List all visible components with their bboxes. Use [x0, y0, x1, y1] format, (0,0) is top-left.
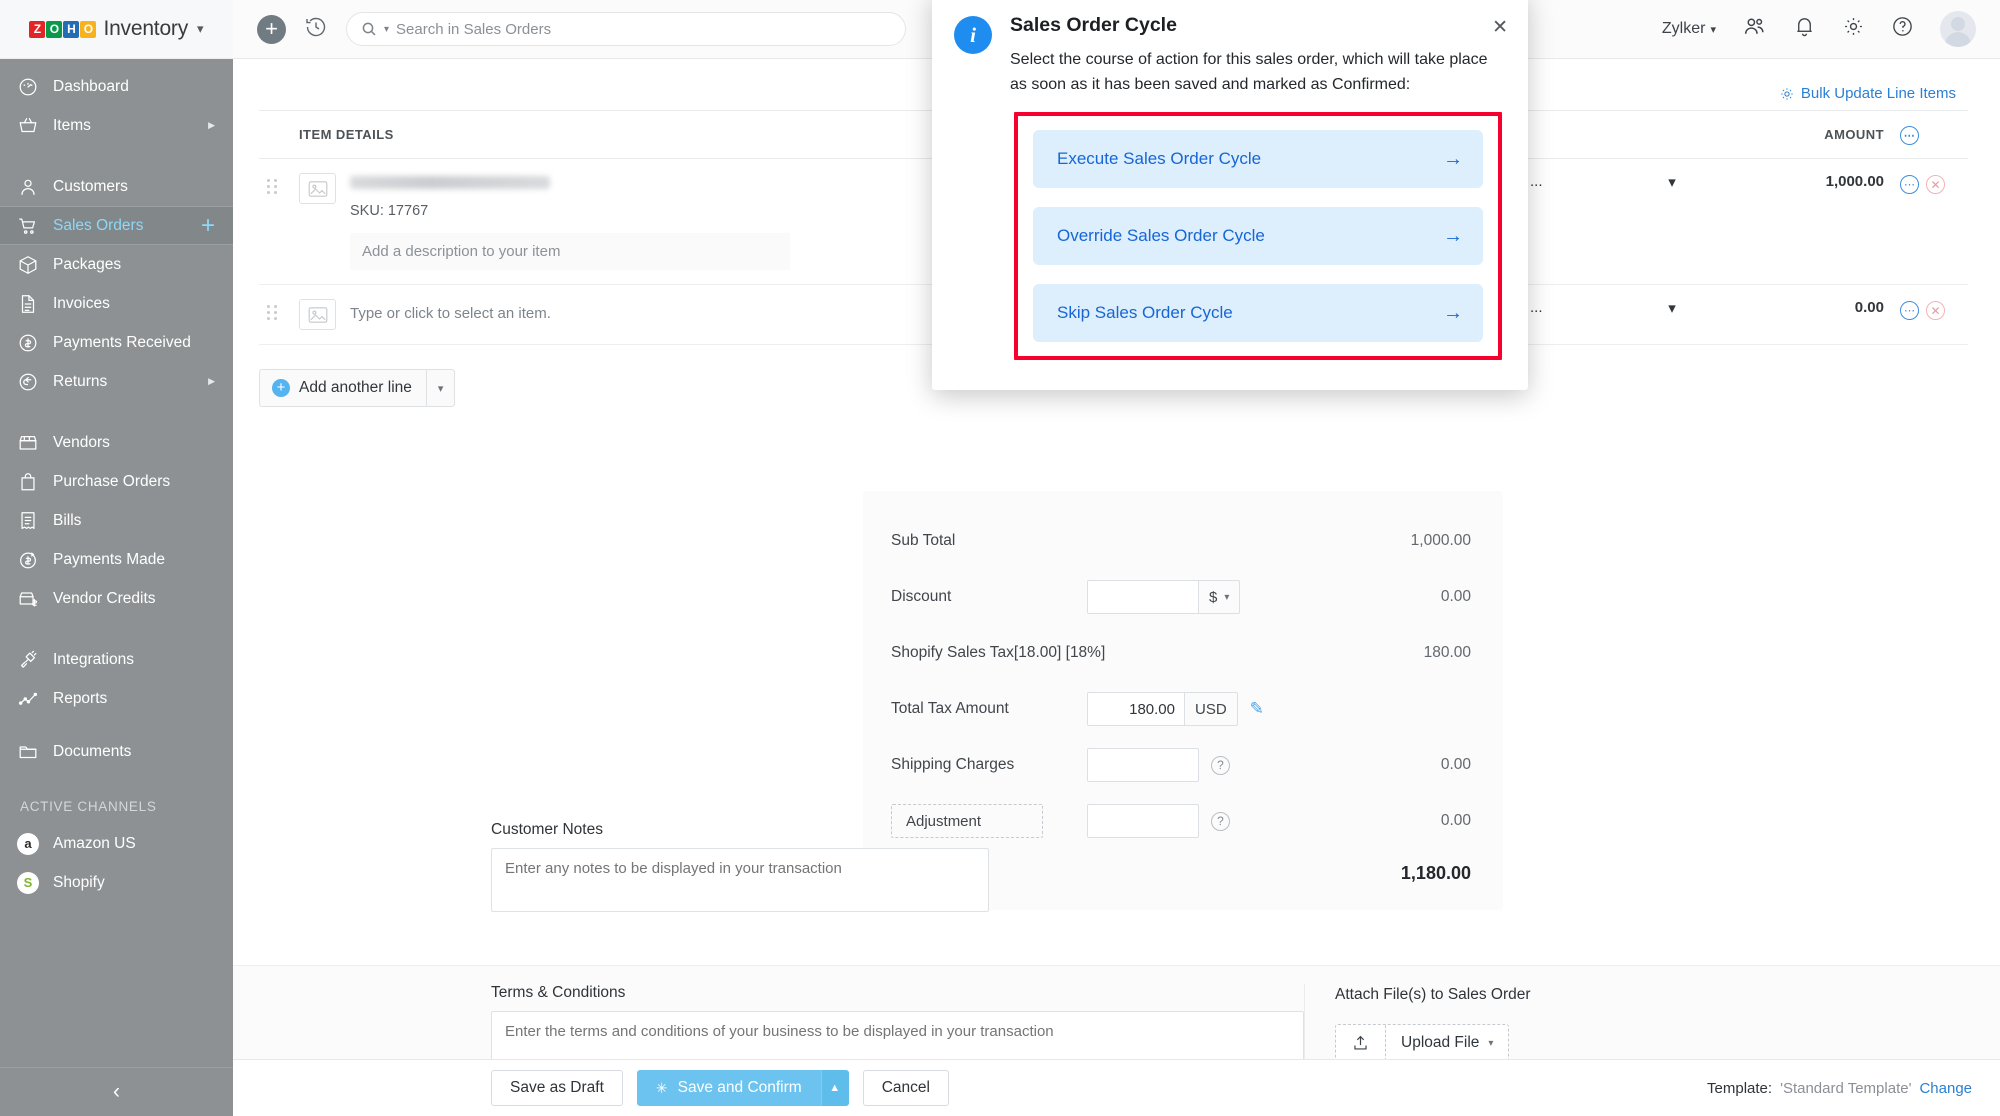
zoho-logo-icon: Z O H O	[29, 20, 97, 38]
nav-separator	[0, 401, 233, 423]
chevron-right-icon: ▶	[208, 376, 215, 386]
sidebar-item-label: Customers	[53, 177, 128, 195]
nav-separator	[0, 145, 233, 167]
document-icon	[17, 293, 39, 315]
main-area: + ▾ Search in Sales Orders Zylker ▾ Bulk…	[233, 0, 2000, 1116]
active-channels-header: ACTIVE CHANNELS	[20, 799, 157, 814]
logo-letter-z: Z	[29, 20, 46, 38]
sidebar-item-label: Purchase Orders	[53, 472, 171, 490]
cycle-option-override-button[interactable]: Override Sales Order Cycle →	[1033, 206, 1483, 265]
chevron-right-icon: ▶	[208, 120, 215, 130]
cart-icon	[17, 215, 39, 237]
channel-item-amazon-us[interactable]: a Amazon US	[0, 824, 233, 863]
sidebar-item-label: Vendors	[53, 433, 110, 451]
payment-received-icon	[17, 332, 39, 354]
shopify-icon: S	[17, 871, 39, 894]
nav-separator	[0, 618, 233, 640]
channel-label: Shopify	[53, 873, 105, 891]
sidebar-nav: Dashboard Items ▶ Customers Sales Orders + Pac…	[0, 59, 233, 1067]
modal-header: i Sales Order Cycle Select the course of…	[954, 14, 1508, 98]
arrow-right-icon: →	[1443, 224, 1463, 247]
info-icon: i	[954, 16, 992, 54]
sidebar-item-customers[interactable]: Customers	[0, 167, 233, 206]
sidebar-item-label: Vendor Credits	[53, 589, 156, 607]
sidebar-item-invoices[interactable]: Invoices	[0, 284, 233, 323]
sidebar-item-label: Integrations	[53, 650, 134, 668]
sidebar-item-label: Invoices	[53, 294, 110, 312]
logo-letter-o2: O	[80, 20, 97, 38]
sidebar-item-integrations[interactable]: Integrations	[0, 640, 233, 679]
add-sales-order-icon[interactable]: +	[201, 213, 215, 238]
sales-order-cycle-dialog: i Sales Order Cycle Select the course of…	[932, 0, 1528, 390]
sidebar-item-dashboard[interactable]: Dashboard	[0, 67, 233, 106]
modal-description: Select the course of action for this sal…	[1010, 51, 1488, 94]
cycle-options-highlight-frame: Execute Sales Order Cycle → Override Sales…	[1014, 111, 1502, 360]
sidebar-item-label: Payments Received	[53, 333, 191, 351]
store-credit-icon	[17, 588, 39, 610]
sidebar-item-items[interactable]: Items ▶	[0, 106, 233, 145]
sidebar-item-sales-orders[interactable]: Sales Orders +	[0, 206, 233, 245]
modal-title: Sales Order Cycle	[1010, 14, 1177, 36]
sidebar-item-vendors[interactable]: Vendors	[0, 423, 233, 462]
sidebar-item-payments-received[interactable]: Payments Received	[0, 323, 233, 362]
sidebar-item-bills[interactable]: Bills	[0, 501, 233, 540]
store-icon	[17, 432, 39, 454]
payment-made-icon	[17, 549, 39, 571]
sidebar-item-label: Reports	[53, 689, 108, 707]
channel-item-shopify[interactable]: S Shopify	[0, 863, 233, 902]
sidebar: Z O H O Inventory ▾ Dashboard Items ▶ Custo…	[0, 0, 233, 1116]
arrow-right-icon: →	[1443, 301, 1463, 324]
sidebar-item-label: Items	[53, 116, 91, 134]
bag-icon	[17, 471, 39, 493]
sidebar-item-payments-made[interactable]: Payments Made	[0, 540, 233, 579]
nav-separator	[0, 718, 233, 732]
cycle-option-label: Skip Sales Order Cycle	[1057, 302, 1233, 322]
sidebar-item-purchase-orders[interactable]: Purchase Orders	[0, 462, 233, 501]
user-icon	[17, 176, 39, 198]
return-icon	[17, 371, 39, 393]
cycle-option-execute-button[interactable]: Execute Sales Order Cycle →	[1033, 129, 1483, 188]
sidebar-item-packages[interactable]: Packages	[0, 245, 233, 284]
sidebar-item-label: Packages	[53, 255, 122, 273]
cycle-option-skip-button[interactable]: Skip Sales Order Cycle →	[1033, 283, 1483, 342]
nav-separator	[0, 771, 233, 793]
sidebar-item-vendor-credits[interactable]: Vendor Credits	[0, 579, 233, 618]
sidebar-item-label: Payments Made	[53, 550, 165, 568]
sidebar-item-label: Documents	[53, 742, 132, 760]
cycle-option-label: Execute Sales Order Cycle	[1057, 148, 1262, 168]
brand-name: Inventory	[103, 17, 189, 40]
box-icon	[17, 254, 39, 276]
reports-icon	[17, 688, 39, 710]
chevron-left-icon: ‹	[113, 1080, 120, 1103]
sidebar-item-label: Sales Orders	[53, 216, 144, 234]
folder-icon	[17, 741, 39, 763]
close-icon[interactable]: ✕	[1492, 18, 1508, 37]
arrow-right-icon: →	[1443, 147, 1463, 170]
sidebar-item-reports[interactable]: Reports	[0, 679, 233, 718]
cycle-option-label: Override Sales Order Cycle	[1057, 225, 1265, 245]
sidebar-item-label: Returns	[53, 372, 108, 390]
sidebar-item-label: Bills	[53, 511, 82, 529]
sidebar-item-label: Dashboard	[53, 77, 129, 95]
logo-letter-o1: O	[46, 20, 63, 38]
channel-label: Amazon US	[53, 834, 136, 852]
basket-icon	[17, 115, 39, 137]
app-root: Z O H O Inventory ▾ Dashboard Items ▶ Custo…	[0, 0, 2000, 1116]
chevron-down-icon[interactable]: ▾	[197, 21, 204, 37]
sidebar-item-returns[interactable]: Returns ▶	[0, 362, 233, 401]
bill-icon	[17, 510, 39, 532]
sidebar-item-documents[interactable]: Documents	[0, 732, 233, 771]
amazon-icon: a	[17, 832, 39, 855]
dashboard-icon	[17, 76, 39, 98]
brand-logo[interactable]: Z O H O Inventory ▾	[0, 0, 233, 59]
logo-letter-h: H	[63, 20, 80, 38]
plug-icon	[17, 649, 39, 671]
sidebar-collapse-button[interactable]: ‹	[0, 1067, 233, 1116]
